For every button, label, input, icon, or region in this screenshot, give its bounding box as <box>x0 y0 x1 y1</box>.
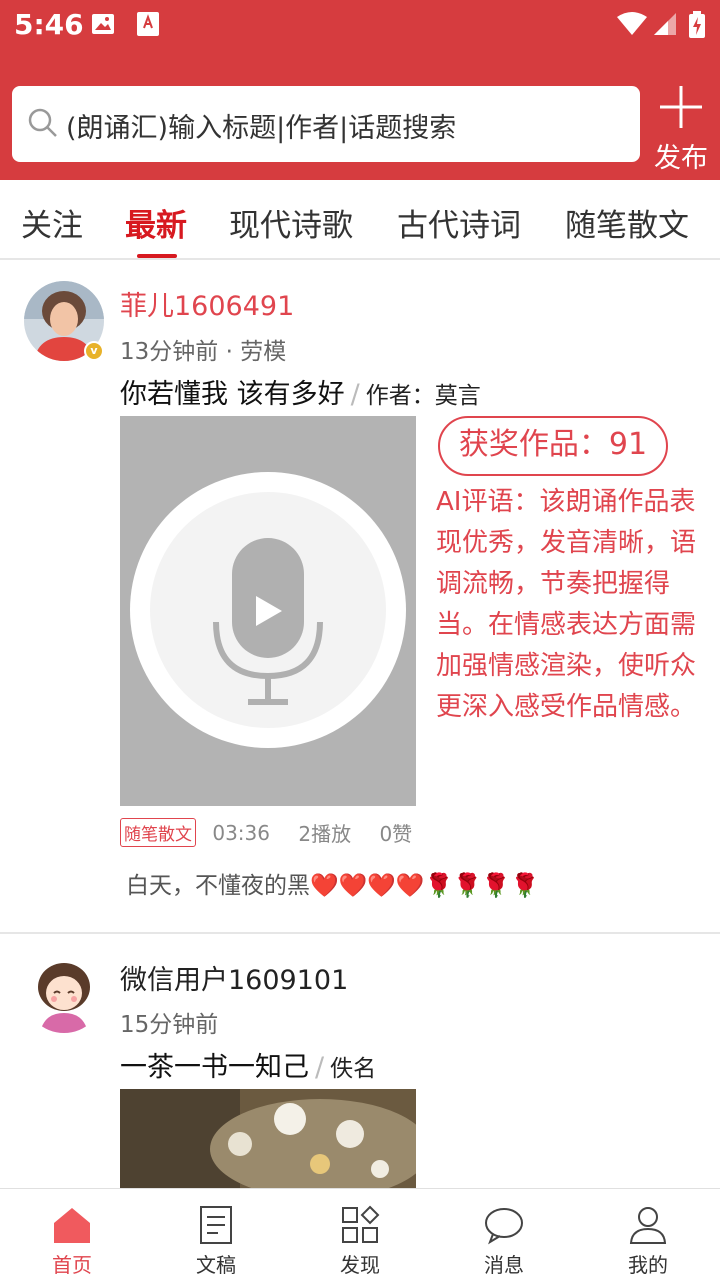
post-title[interactable]: 你若懂我 该有多好 / 作者：莫言 <box>120 372 481 411</box>
title-separator: / <box>315 1052 325 1083</box>
duration: 03:36 <box>212 820 270 845</box>
avatar[interactable] <box>24 953 104 1033</box>
search-input[interactable]: (朗诵汇)输入标题|作者|话题搜索 <box>66 106 456 145</box>
tab-modern-poetry[interactable]: 现代诗歌 <box>229 200 353 245</box>
active-tab-indicator <box>137 254 177 258</box>
title-text: 一茶一书一知己 <box>120 1052 309 1083</box>
status-time: 5:46 <box>14 8 84 41</box>
nav-discover[interactable]: 发现 <box>288 1189 432 1281</box>
tab-follow[interactable]: 关注 <box>21 200 83 245</box>
nav-documents-label: 文稿 <box>196 1253 236 1277</box>
category-badge[interactable]: 随笔散文 <box>120 818 196 847</box>
username[interactable]: 菲儿1606491 <box>120 284 294 323</box>
author-name: 佚名 <box>330 1056 377 1082</box>
signal-icon <box>652 11 678 41</box>
search-bar[interactable]: (朗诵汇)输入标题|作者|话题搜索 <box>12 86 640 162</box>
category-tabs: 关注 最新 现代诗歌 古代诗词 随笔散文 <box>0 180 720 260</box>
nav-messages[interactable]: 消息 <box>432 1189 576 1281</box>
nav-home-label: 首页 <box>52 1253 92 1277</box>
app-header: 5:46 (朗诵汇)输入标题|作者|话题搜索 发布 <box>0 0 720 180</box>
status-bar: 5:46 <box>0 0 720 50</box>
verified-badge: v <box>84 341 104 361</box>
username[interactable]: 微信用户1609101 <box>120 958 348 997</box>
like-count: 0赞 <box>379 822 413 846</box>
plus-icon <box>660 86 702 132</box>
message-bubble-icon <box>484 1205 524 1249</box>
tab-latest[interactable]: 最新 <box>125 200 187 245</box>
nav-messages-label: 消息 <box>484 1253 524 1277</box>
award-badge: 获奖作品：91 <box>438 416 668 476</box>
user-icon <box>628 1205 668 1249</box>
title-separator: / <box>350 379 360 410</box>
post-time: 13分钟前 · 劳模 <box>120 339 287 365</box>
post-time: 15分钟前 <box>120 1012 219 1038</box>
nav-home[interactable]: 首页 <box>0 1189 144 1281</box>
post-title[interactable]: 一茶一书一知己 / 佚名 <box>120 1045 376 1084</box>
home-icon <box>52 1205 92 1249</box>
author-name: 作者：莫言 <box>365 383 481 409</box>
play-icon[interactable] <box>254 594 284 632</box>
wifi-icon <box>616 11 648 41</box>
audio-thumbnail[interactable] <box>120 416 416 806</box>
nav-documents[interactable]: 文稿 <box>144 1189 288 1281</box>
tab-classical-poetry[interactable]: 古代诗词 <box>397 200 521 245</box>
post-stats: 随笔散文 03:36 2播放 0赞 <box>120 818 434 847</box>
document-icon <box>196 1205 236 1249</box>
bottom-navigation: 首页 文稿 发现 消息 我的 <box>0 1188 720 1280</box>
tab-essays[interactable]: 随笔散文 <box>565 200 689 245</box>
app-notification-icon <box>136 11 160 41</box>
discover-grid-icon <box>340 1205 380 1249</box>
gallery-notification-icon <box>90 11 116 41</box>
publish-button[interactable]: 发布 <box>648 80 714 176</box>
search-icon <box>28 108 58 142</box>
post-cover-image[interactable] <box>120 1089 416 1189</box>
nav-profile-label: 我的 <box>628 1253 668 1277</box>
ai-review: AI评语：该朗诵作品表现优秀，发音清晰，语调流畅，节奏把握得当。在情感表达方面需… <box>436 487 697 722</box>
publish-label: 发布 <box>654 143 708 174</box>
title-text: 你若懂我 该有多好 <box>120 379 345 410</box>
battery-charging-icon <box>688 11 706 43</box>
play-count: 2播放 <box>298 822 352 846</box>
post-comment: 白天，不懂夜的黑❤️❤️❤️❤️🌹🌹🌹🌹 <box>126 873 540 899</box>
nav-profile[interactable]: 我的 <box>576 1189 720 1281</box>
post-divider <box>0 932 720 934</box>
nav-discover-label: 发现 <box>340 1253 380 1277</box>
